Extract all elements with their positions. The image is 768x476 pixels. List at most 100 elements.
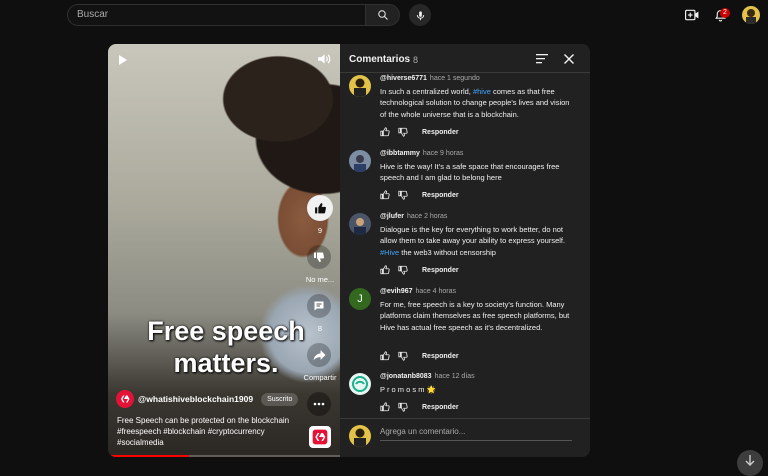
channel-name[interactable]: @whatishiveblockchain1909 [138, 394, 253, 404]
dislike-label: No me... [305, 275, 335, 284]
subscribed-button[interactable]: Suscrito [261, 392, 299, 406]
like-button[interactable] [307, 195, 333, 221]
thumbs-up-icon[interactable] [380, 127, 390, 137]
avatar-image-icon [354, 218, 366, 235]
video-description: Free Speech can be protected on the bloc… [117, 415, 307, 448]
avatar-image-icon [352, 376, 368, 392]
description-line: #freespeech #blockchain #cryptocurrency [117, 427, 265, 436]
comments-button[interactable] [307, 294, 331, 318]
microphone-icon [416, 10, 424, 20]
comment-actions: Responder [380, 127, 459, 137]
share-button[interactable] [307, 343, 331, 367]
close-icon[interactable] [564, 54, 574, 64]
reply-button[interactable]: Responder [422, 192, 459, 199]
avatar-image-icon [354, 155, 366, 172]
comment-item: @ibbtammy hace 9 horas Hive is the way! I… [349, 150, 579, 206]
search-button[interactable] [365, 4, 400, 26]
comment-avatar[interactable] [349, 213, 371, 235]
comment-time: hace 9 horas [422, 150, 464, 157]
thumbs-down-icon[interactable] [398, 190, 408, 200]
dislike-button[interactable] [307, 245, 331, 269]
sort-icon[interactable] [536, 54, 548, 64]
reply-button[interactable]: Responder [422, 404, 459, 411]
comments-count: 8 [413, 55, 419, 65]
more-options-button[interactable] [307, 392, 331, 416]
arrow-down-icon [745, 455, 755, 466]
comment-text: P r o m o s m 🌟 [380, 385, 436, 394]
description-line: Free Speech can be protected on the bloc… [117, 416, 290, 425]
comment-author[interactable]: @jonatanb8083 hace 12 días [380, 373, 475, 380]
comment-text: Dialogue is the key for everything to wo… [380, 225, 566, 257]
video-frame[interactable]: Free speech matters. @whatishiveblockcha… [108, 44, 340, 457]
comment-avatar[interactable] [349, 373, 371, 395]
comments-panel: Comentarios 8 @hiverse6771 hace 1 segundo… [340, 44, 590, 457]
search-icon [377, 10, 388, 20]
comment-text: For me, free speech is a key to society'… [380, 300, 570, 332]
video-progress-bar[interactable] [108, 455, 340, 457]
comment-author[interactable]: @hiverse6771 hace 1 segundo [380, 75, 480, 82]
more-horizontal-icon [313, 402, 325, 406]
account-avatar[interactable] [742, 6, 760, 24]
thumbs-down-icon[interactable] [398, 127, 408, 137]
thumbs-up-icon [314, 202, 326, 213]
comment-item: @jonatanb8083 hace 12 días P r o m o s m … [349, 373, 579, 415]
comment-text: In such a centralized world, #hive comes… [380, 87, 570, 119]
comment-author[interactable]: @ibbtammy hace 9 horas [380, 150, 463, 157]
comment-author[interactable]: @evih967 hace 4 horas [380, 288, 456, 295]
comment-actions: Responder [380, 402, 459, 412]
footer-divider [340, 418, 590, 419]
thumbs-up-icon[interactable] [380, 351, 390, 361]
video-progress-fill [108, 455, 190, 457]
comment-time: hace 2 horas [406, 213, 448, 220]
my-avatar [349, 425, 371, 447]
video-caption-line: matters. [173, 348, 279, 378]
avatar-image-icon [746, 9, 756, 24]
comment-avatar[interactable] [349, 75, 371, 97]
reply-button[interactable]: Responder [422, 129, 459, 136]
hashtag-link[interactable]: #Hive [380, 248, 399, 257]
sound-source-thumbnail[interactable] [309, 426, 331, 448]
thumbs-down-icon[interactable] [398, 265, 408, 275]
hive-logo-icon [312, 429, 328, 445]
hashtag-link[interactable]: #hive [473, 87, 491, 96]
create-video-icon [685, 9, 699, 21]
play-icon[interactable] [118, 54, 128, 66]
comment-time: hace 1 segundo [429, 75, 480, 82]
thumbs-up-icon[interactable] [380, 402, 390, 412]
comment-icon [314, 301, 324, 311]
avatar-image-icon [354, 428, 366, 447]
comment-count: 8 [317, 324, 323, 333]
comments-title: Comentarios [349, 54, 411, 65]
comment-item: @hiverse6771 hace 1 segundo In such a cen… [349, 75, 579, 141]
thumbs-down-icon[interactable] [398, 351, 408, 361]
notification-badge: 2 [720, 8, 730, 18]
comment-avatar[interactable]: J [349, 288, 371, 310]
header-divider [340, 72, 590, 73]
comment-actions: Responder [380, 265, 459, 275]
video-caption-line: Free speech [147, 316, 305, 346]
comment-time: hace 4 horas [415, 288, 456, 295]
search-input[interactable]: Buscar [67, 4, 365, 26]
comment-text: Hive is the way! It's a safe space that … [380, 162, 560, 183]
thumbs-down-icon [314, 252, 325, 262]
thumbs-up-icon[interactable] [380, 190, 390, 200]
thumbs-up-icon[interactable] [380, 265, 390, 275]
reply-button[interactable]: Responder [422, 267, 459, 274]
volume-icon[interactable] [317, 53, 331, 65]
scroll-down-button[interactable] [737, 450, 763, 476]
comment-item: J @evih967 hace 4 horas For me, free spee… [349, 288, 579, 367]
description-line: #socialmedia [117, 438, 164, 447]
thumbs-down-icon[interactable] [398, 402, 408, 412]
comment-actions: Responder [380, 190, 459, 200]
comment-item: @jlufer hace 2 horas Dialogue is the key … [349, 213, 579, 281]
reply-button[interactable]: Responder [422, 353, 459, 360]
comment-time: hace 12 días [434, 373, 475, 380]
comment-author[interactable]: @jlufer hace 2 horas [380, 213, 447, 220]
create-button[interactable] [684, 7, 700, 23]
channel-avatar[interactable] [116, 390, 134, 408]
add-comment-input[interactable]: Agrega un comentario... [380, 427, 572, 441]
hive-logo-icon [121, 395, 130, 403]
voice-search-button[interactable] [409, 4, 431, 26]
comment-avatar[interactable] [349, 150, 371, 172]
channel-row: @whatishiveblockchain1909 Suscrito [116, 390, 299, 408]
